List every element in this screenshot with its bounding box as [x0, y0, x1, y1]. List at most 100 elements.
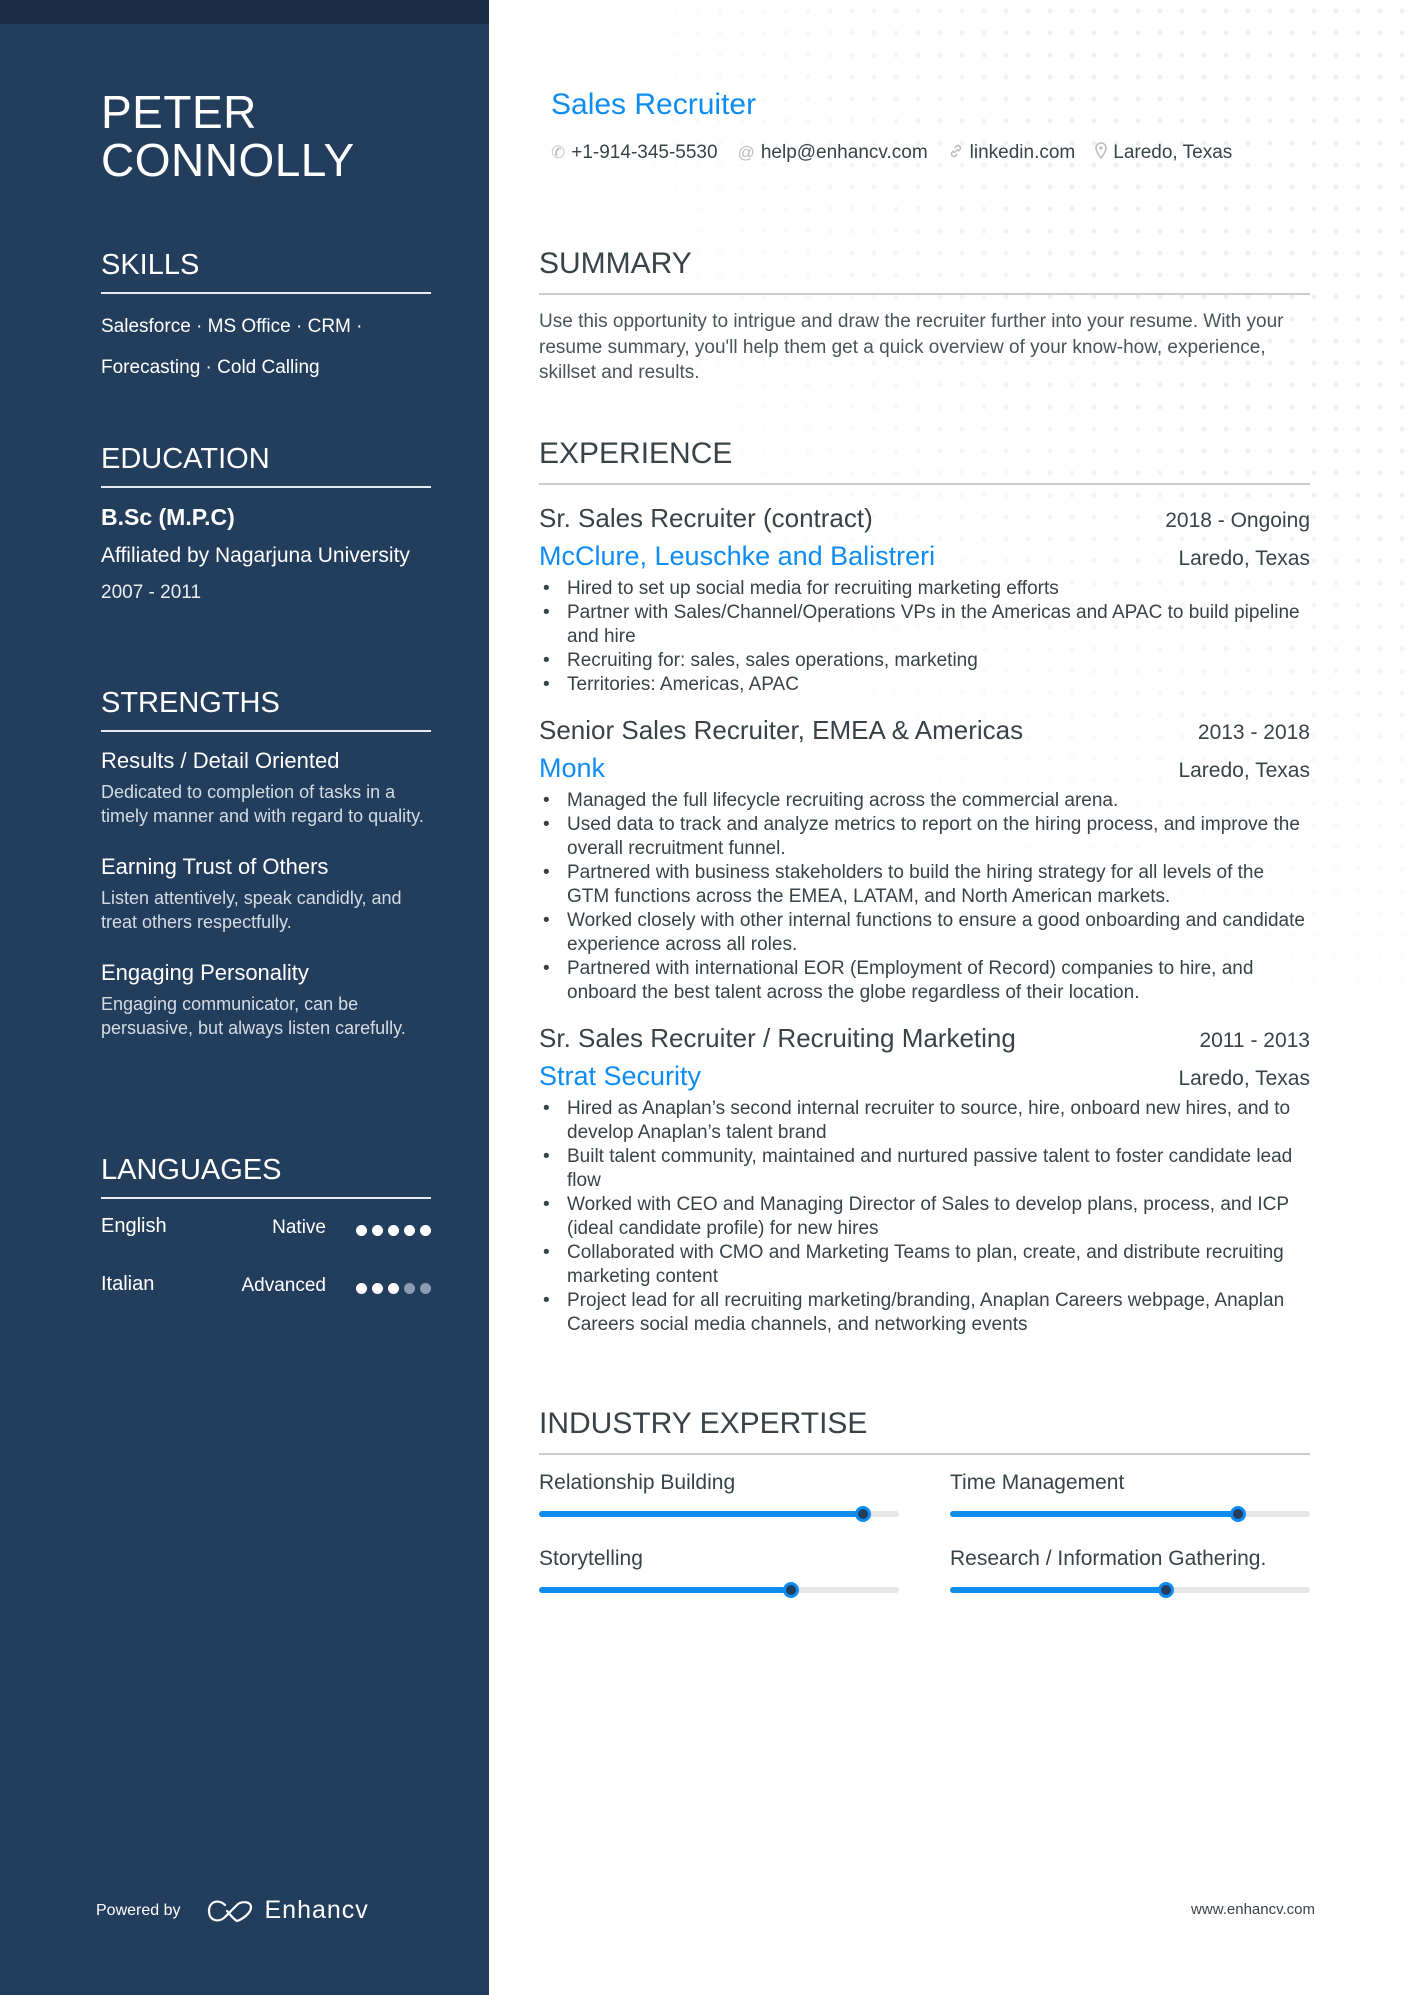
summary-text: Use this opportunity to intrigue and dra…	[539, 311, 1284, 383]
job-company: Monk	[539, 753, 606, 783]
job-bullet: Worked with CEO and Managing Director of…	[539, 1193, 1310, 1241]
rating-dot-empty	[404, 1283, 415, 1294]
job-bullet: Territories: Americas, APAC	[539, 673, 1310, 697]
expertise-bar-knob	[783, 1582, 799, 1598]
skills-list: Salesforce · MS Office · CRM · Forecasti…	[101, 306, 431, 388]
expertise-bar-knob	[1230, 1506, 1246, 1522]
job-dates: 2013 - 2018	[1197, 721, 1310, 744]
contact-location: Laredo, Texas	[1095, 142, 1232, 164]
education-school: Affiliated by Nagarjuna University	[101, 544, 410, 567]
job-entry: Sr. Sales Recruiter (contract) 2018 - On…	[539, 501, 1310, 697]
education-heading: EDUCATION	[101, 442, 431, 488]
job-bullet: Used data to track and analyze metrics t…	[539, 813, 1310, 861]
expertise-bar-fill	[539, 1511, 863, 1517]
strength-item: Engaging Personality Engaging communicat…	[101, 958, 431, 1040]
website-link[interactable]: www.enhancv.com	[1191, 1901, 1315, 1918]
skills-line: Forecasting · Cold Calling	[101, 357, 320, 378]
enhancv-logo[interactable]: Enhancv	[207, 1896, 369, 1925]
summary-section: SUMMARY Use this opportunity to intrigue…	[539, 246, 1310, 386]
location-text: Laredo, Texas	[1113, 142, 1233, 163]
job-company: McClure, Leuschke and Balistreri	[539, 541, 936, 571]
job-entry: Senior Sales Recruiter, EMEA & Americas …	[539, 713, 1310, 1005]
name-last: CONNOLLY	[101, 134, 355, 186]
strength-description: Dedicated to completion of tasks in a ti…	[101, 782, 424, 826]
rating-dot-filled	[356, 1225, 367, 1236]
education-section: EDUCATION B.Sc (M.P.C) Affiliated by Nag…	[101, 442, 431, 605]
language-level: Advanced	[241, 1275, 326, 1296]
strength-title: Results / Detail Oriented	[101, 748, 340, 773]
skills-section: SKILLS Salesforce · MS Office · CRM · Fo…	[101, 248, 431, 388]
rating-dot-filled	[356, 1283, 367, 1294]
job-location: Laredo, Texas	[1178, 759, 1310, 782]
strength-item: Earning Trust of Others Listen attentive…	[101, 852, 431, 934]
enhancv-brand: Enhancv	[264, 1896, 369, 1924]
expertise-bar	[950, 1506, 1310, 1522]
job-title: Sr. Sales Recruiter (contract)	[539, 503, 873, 533]
language-rating	[356, 1283, 431, 1294]
expertise-grid: Relationship Building Time Management St…	[539, 1469, 1310, 1598]
contact-email[interactable]: @ help@enhancv.com	[738, 142, 928, 164]
education-dates: 2007 - 2011	[101, 582, 202, 603]
linkedin-text: linkedin.com	[969, 142, 1076, 163]
experience-heading: EXPERIENCE	[539, 436, 1310, 485]
rating-dot-filled	[372, 1225, 383, 1236]
job-dates: 2018 - Ongoing	[1165, 509, 1310, 532]
expertise-label: Time Management	[950, 1471, 1125, 1494]
rating-dot-filled	[372, 1283, 383, 1294]
expertise-bar-knob	[1158, 1582, 1174, 1598]
languages-heading: LANGUAGES	[101, 1153, 431, 1199]
skills-line: Salesforce · MS Office · CRM ·	[101, 316, 363, 337]
job-bullet: Recruiting for: sales, sales operations,…	[539, 649, 1310, 673]
languages-section: LANGUAGES English Native Italian Advance…	[101, 1153, 431, 1315]
powered-by: Powered by Enhancv	[96, 1896, 369, 1925]
job-bullets: Hired to set up social media for recruit…	[539, 577, 1310, 697]
rating-dot-filled	[404, 1225, 415, 1236]
job-bullet: Partner with Sales/Channel/Operations VP…	[539, 601, 1310, 649]
language-name: Italian	[101, 1273, 155, 1295]
job-bullet: Partnered with business stakeholders to …	[539, 861, 1310, 909]
expertise-item: Research / Information Gathering.	[950, 1545, 1310, 1598]
expertise-item: Relationship Building	[539, 1469, 899, 1522]
language-row: Italian Advanced	[101, 1263, 431, 1315]
job-bullet: Managed the full lifecycle recruiting ac…	[539, 789, 1310, 813]
strength-description: Listen attentively, speak candidly, and …	[101, 888, 402, 932]
expertise-bar	[539, 1582, 899, 1598]
job-bullet: Partnered with international EOR (Employ…	[539, 957, 1310, 1005]
job-bullet: Project lead for all recruiting marketin…	[539, 1289, 1310, 1337]
job-location: Laredo, Texas	[1178, 1067, 1310, 1090]
strengths-section: STRENGTHS Results / Detail Oriented Dedi…	[101, 686, 431, 1040]
link-icon	[948, 143, 964, 164]
job-company: Strat Security	[539, 1061, 702, 1091]
job-bullet: Worked closely with other internal funct…	[539, 909, 1310, 957]
main-content: Sales Recruiter ✆ +1-914-345-5530 @ help…	[489, 0, 1410, 1995]
expertise-bar-knob	[855, 1506, 871, 1522]
expertise-bar-fill	[539, 1587, 791, 1593]
job-title-headline: Sales Recruiter	[551, 88, 757, 121]
strength-title: Earning Trust of Others	[101, 854, 329, 879]
industry-expertise-section: INDUSTRY EXPERTISE Relationship Building…	[539, 1406, 1310, 1598]
job-bullets: Managed the full lifecycle recruiting ac…	[539, 789, 1310, 1005]
enhancv-logo-icon	[207, 1900, 252, 1922]
experience-section: EXPERIENCE Sr. Sales Recruiter (contract…	[539, 436, 1310, 1337]
email-text: help@enhancv.com	[760, 142, 928, 163]
job-bullet: Collaborated with CMO and Marketing Team…	[539, 1241, 1310, 1289]
expertise-bar-fill	[950, 1587, 1166, 1593]
expertise-label: Research / Information Gathering.	[950, 1547, 1267, 1570]
education-degree: B.Sc (M.P.C)	[101, 504, 235, 530]
sidebar: PETER CONNOLLY SKILLS Salesforce · MS Of…	[0, 0, 489, 1995]
language-rating	[356, 1225, 431, 1236]
job-title: Sr. Sales Recruiter / Recruiting Marketi…	[539, 1023, 1016, 1053]
expertise-item: Time Management	[950, 1469, 1310, 1522]
contact-linkedin[interactable]: linkedin.com	[948, 142, 1076, 164]
contact-phone[interactable]: ✆ +1-914-345-5530	[551, 142, 718, 164]
location-pin-icon	[1095, 142, 1108, 164]
job-bullets: Hired as Anaplan’s second internal recru…	[539, 1097, 1310, 1337]
industry-expertise-heading: INDUSTRY EXPERTISE	[539, 1406, 1310, 1455]
rating-dot-filled	[420, 1225, 431, 1236]
job-bullet: Hired as Anaplan’s second internal recru…	[539, 1097, 1310, 1145]
language-row: English Native	[101, 1205, 431, 1257]
expertise-bar	[950, 1582, 1310, 1598]
expertise-item: Storytelling	[539, 1545, 899, 1598]
strengths-heading: STRENGTHS	[101, 686, 431, 732]
powered-by-label: Powered by	[96, 1901, 181, 1919]
